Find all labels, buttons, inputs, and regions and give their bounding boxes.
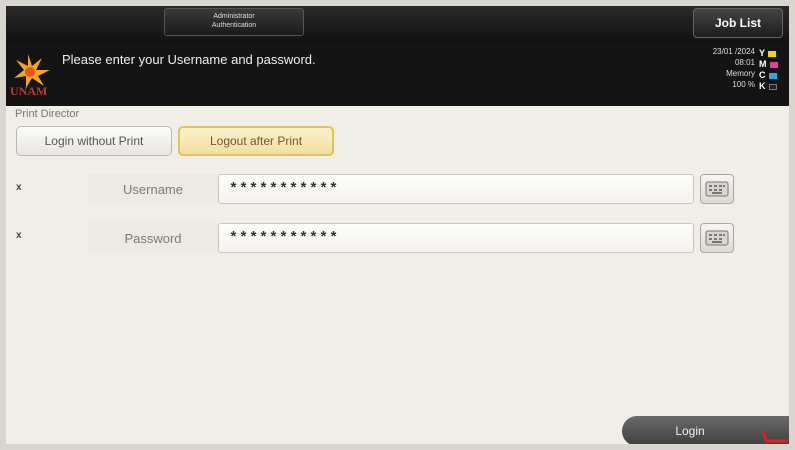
device-frame: Administrator Authentication Job List UN… — [0, 0, 795, 450]
toner-c: C — [759, 70, 785, 81]
toner-levels: Y M C K — [759, 48, 785, 92]
toner-y: Y — [759, 48, 785, 59]
toner-bar-icon — [768, 50, 777, 57]
job-list-button[interactable]: Job List — [693, 8, 783, 38]
keyboard-icon — [705, 230, 729, 246]
toner-bar-icon — [768, 72, 777, 79]
memory-label: Memory — [726, 69, 755, 78]
memory-value: 100 % — [732, 80, 755, 89]
tab-line-2: Authentication — [211, 22, 257, 29]
red-arrow-icon — [761, 430, 788, 443]
keyboard-icon — [705, 181, 729, 197]
password-field[interactable]: *********** — [218, 223, 694, 253]
toner-letter: C — [759, 70, 766, 80]
password-label: Password — [88, 223, 218, 253]
toner-k: K — [759, 81, 785, 92]
administrator-authentication-tab[interactable]: Administrator Authentication — [164, 8, 304, 36]
panel-title: Print Director — [15, 108, 80, 120]
toner-m: M — [759, 59, 785, 70]
required-mark: x — [16, 182, 22, 193]
logout-after-print-button[interactable]: Logout after Print — [178, 126, 334, 156]
time: 08:01 — [734, 58, 755, 67]
instruction-message: Please enter your Username and password. — [62, 52, 316, 67]
toner-letter: K — [759, 81, 766, 91]
toner-bar-icon — [768, 83, 777, 90]
status-info: 23/01 /2024 08:01 Memory 100 % — [713, 46, 755, 90]
tab-line-1: Administrator — [213, 13, 255, 20]
username-field[interactable]: *********** — [218, 174, 694, 204]
toner-letter: Y — [759, 48, 766, 58]
login-without-print-button[interactable]: Login without Print — [16, 126, 172, 156]
password-keyboard-button[interactable] — [700, 223, 734, 253]
screen: Administrator Authentication Job List UN… — [6, 6, 789, 444]
username-keyboard-button[interactable] — [700, 174, 734, 204]
top-bar: Administrator Authentication Job List — [6, 6, 789, 44]
header: UNAM Please enter your Username and pass… — [6, 44, 789, 106]
logo-text: UNAM — [10, 84, 48, 98]
toner-bar-icon — [769, 61, 778, 68]
toner-letter: M — [759, 59, 767, 69]
username-label: Username — [88, 174, 218, 204]
date: 23/01 /2024 — [712, 47, 755, 56]
print-director-panel: Print Director Login without Print Logou… — [6, 106, 789, 444]
required-mark: x — [16, 230, 22, 241]
